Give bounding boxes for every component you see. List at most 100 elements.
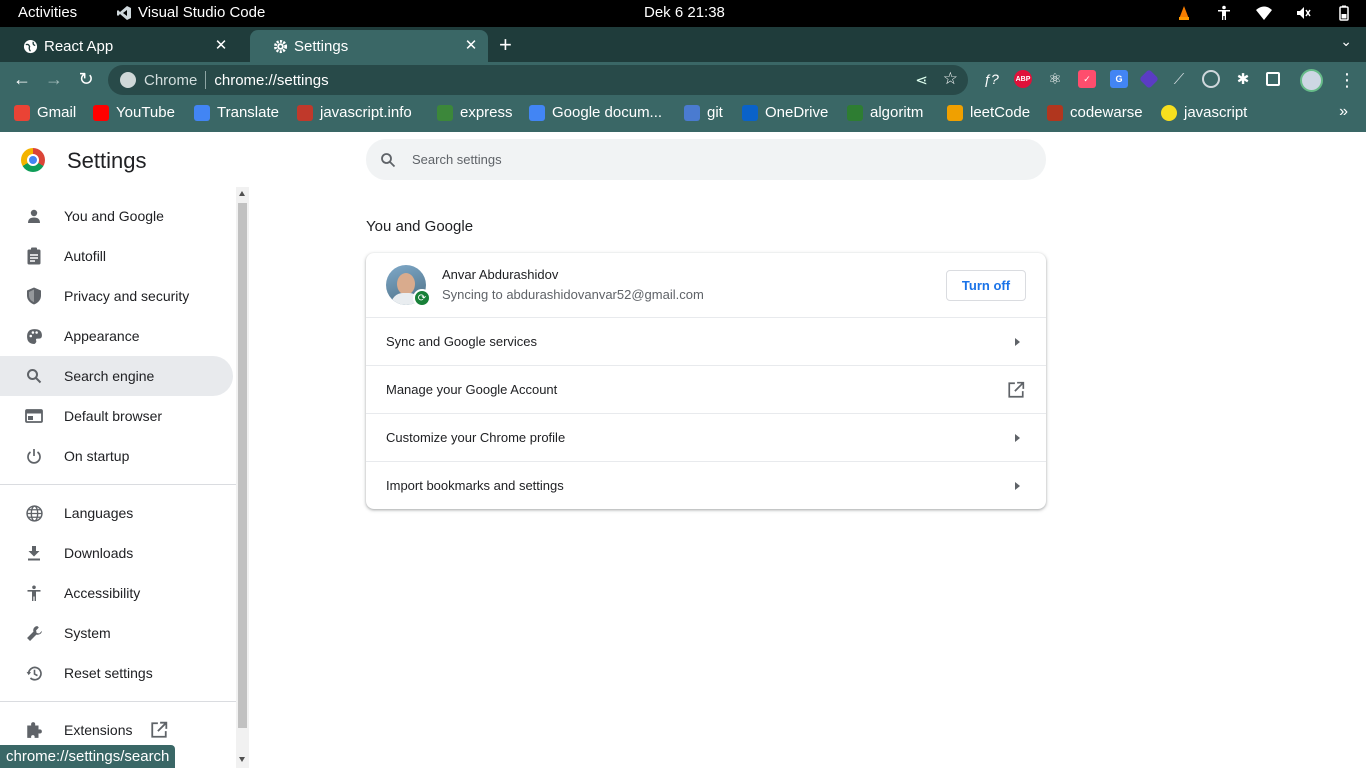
vscode-icon xyxy=(117,5,131,20)
extensions-area: ƒ? ABP ⚛ ✓ G ⟋ ✱ xyxy=(982,69,1280,89)
adblock-extension-icon[interactable]: ABP xyxy=(1014,70,1032,88)
translate-icon xyxy=(194,104,210,121)
download-icon xyxy=(24,543,44,563)
sidebar-item-system[interactable]: System xyxy=(0,613,233,653)
sidebar-item-search-engine[interactable]: Search engine xyxy=(0,356,233,396)
react-devtools-icon[interactable]: ⚛ xyxy=(1046,70,1064,88)
nav-label: Languages xyxy=(64,505,134,521)
back-button[interactable]: ← xyxy=(12,69,32,90)
sidebar-item-default-browser[interactable]: Default browser xyxy=(0,396,233,436)
tab-settings[interactable]: Settings ✕ xyxy=(250,30,488,62)
bookmark-label: Gmail xyxy=(37,104,77,121)
share-icon[interactable]: ⋖ xyxy=(915,71,928,89)
chrome-site-icon[interactable] xyxy=(120,72,136,88)
google-translate-icon[interactable]: G xyxy=(1110,70,1128,88)
bookmark-label: express xyxy=(460,104,513,121)
close-icon[interactable]: ✕ xyxy=(462,36,480,54)
side-panel-icon[interactable] xyxy=(1266,72,1280,86)
page-title: Settings xyxy=(67,148,147,173)
forward-button[interactable]: → xyxy=(44,69,64,90)
sidebar-item-appearance[interactable]: Appearance xyxy=(0,316,233,356)
new-tab-button[interactable]: + xyxy=(499,32,512,58)
accessibility-icon[interactable] xyxy=(1216,5,1232,21)
more-menu-icon[interactable]: ⋮ xyxy=(1338,70,1356,91)
formula-extension-icon[interactable]: ƒ? xyxy=(982,70,1000,88)
bookmark-algoritm[interactable]: algoritm xyxy=(847,104,923,121)
google-docs-icon xyxy=(529,104,545,121)
bookmark-translate[interactable]: Translate xyxy=(194,104,279,121)
clock[interactable]: Dek 6 21:38 xyxy=(644,4,725,21)
row-import-bookmarks[interactable]: Import bookmarks and settings xyxy=(366,461,1046,509)
bookmark-gmail[interactable]: Gmail xyxy=(14,104,76,121)
search-settings-box[interactable] xyxy=(366,139,1046,180)
reload-button[interactable]: ↻ xyxy=(76,69,96,90)
sidebar-item-accessibility[interactable]: Accessibility xyxy=(0,573,233,613)
app-menu[interactable]: Visual Studio Code xyxy=(116,4,265,21)
volume-icon[interactable] xyxy=(1296,5,1312,21)
row-sync-and-google-services[interactable]: Sync and Google services xyxy=(366,317,1046,365)
onedrive-icon xyxy=(742,104,758,121)
bookmark-git[interactable]: git xyxy=(684,104,723,121)
bookmark-leetcode[interactable]: leetCode xyxy=(947,104,1030,121)
globe-icon xyxy=(24,503,44,523)
bookmark-label: leetCode xyxy=(970,104,1031,121)
omnibox-host: Chrome xyxy=(144,71,198,89)
accessibility-icon xyxy=(24,583,44,603)
more-bookmarks-icon[interactable]: » xyxy=(1339,103,1348,121)
sidebar-item-autofill[interactable]: Autofill xyxy=(0,236,233,276)
you-and-google-card: ⟳ Anvar Abdurashidov Syncing to abdurash… xyxy=(366,253,1046,509)
leetcode-icon xyxy=(947,104,963,121)
bookmark-star-icon[interactable]: ☆ xyxy=(943,69,958,89)
nav-label: Accessibility xyxy=(64,585,141,601)
tab-react-app[interactable]: React App ✕ xyxy=(0,30,238,62)
javascript-icon xyxy=(1161,104,1177,121)
scroll-down-arrow[interactable] xyxy=(239,757,245,762)
activities-button[interactable]: Activities xyxy=(18,4,77,21)
search-input[interactable] xyxy=(412,152,972,167)
turn-off-sync-button[interactable]: Turn off xyxy=(946,270,1026,301)
puzzle-icon[interactable]: ✱ xyxy=(1234,70,1252,88)
row-manage-google-account[interactable]: Manage your Google Account xyxy=(366,365,1046,413)
sidebar-scrollbar[interactable] xyxy=(236,187,249,768)
sidebar-item-reset-settings[interactable]: Reset settings xyxy=(0,653,233,693)
color-picker-icon[interactable]: ⟋ xyxy=(1170,70,1188,88)
scrollbar-thumb[interactable] xyxy=(238,203,247,728)
sidebar-item-you-and-google[interactable]: You and Google xyxy=(0,196,233,236)
tracker-extension-icon[interactable]: ✓ xyxy=(1078,70,1096,88)
bookmark-codewarse[interactable]: codewarse xyxy=(1047,104,1143,121)
bookmark-onedrive[interactable]: OneDrive xyxy=(742,104,828,121)
sidebar-item-languages[interactable]: Languages xyxy=(0,493,233,533)
bookmark-javascript[interactable]: javascript xyxy=(1161,104,1247,121)
bookmark-javascript-info[interactable]: javascript.info xyxy=(297,104,412,121)
bookmarks-bar: Gmail YouTube Translate javascript.info … xyxy=(0,97,1366,132)
row-label: Customize your Chrome profile xyxy=(386,430,566,445)
row-label: Manage your Google Account xyxy=(386,382,558,397)
scroll-up-arrow[interactable] xyxy=(239,191,245,196)
battery-icon[interactable] xyxy=(1336,5,1352,21)
nav-label: Downloads xyxy=(64,545,134,561)
globe-icon xyxy=(22,38,38,54)
address-bar[interactable]: Chrome chrome://settings ⋖ ☆ xyxy=(108,65,968,95)
tab-search-button[interactable]: ⌄ xyxy=(1340,33,1352,50)
palette-icon xyxy=(24,326,44,346)
search-icon xyxy=(381,152,396,167)
target-extension-icon[interactable] xyxy=(1202,70,1220,88)
sidebar-item-extensions[interactable]: Extensions xyxy=(0,710,233,750)
power-icon xyxy=(24,446,44,466)
sidebar-item-privacy[interactable]: Privacy and security xyxy=(0,276,233,316)
profile-avatar[interactable] xyxy=(1300,69,1323,92)
bookmark-label: YouTube xyxy=(116,104,175,121)
redux-devtools-icon[interactable] xyxy=(1139,69,1159,89)
wifi-icon[interactable] xyxy=(1256,5,1272,21)
search-icon xyxy=(24,366,44,386)
bookmark-google-docs[interactable]: Google docum... xyxy=(529,104,662,121)
row-label: Import bookmarks and settings xyxy=(386,478,564,493)
row-customize-chrome-profile[interactable]: Customize your Chrome profile xyxy=(366,413,1046,461)
tab-strip: React App ✕ Settings ✕ xyxy=(0,27,1366,62)
vlc-icon[interactable] xyxy=(1176,5,1192,21)
sidebar-item-downloads[interactable]: Downloads xyxy=(0,533,233,573)
close-icon[interactable]: ✕ xyxy=(212,36,230,54)
bookmark-youtube[interactable]: YouTube xyxy=(93,104,175,121)
sidebar-item-on-startup[interactable]: On startup xyxy=(0,436,233,476)
bookmark-express[interactable]: express xyxy=(437,104,513,121)
